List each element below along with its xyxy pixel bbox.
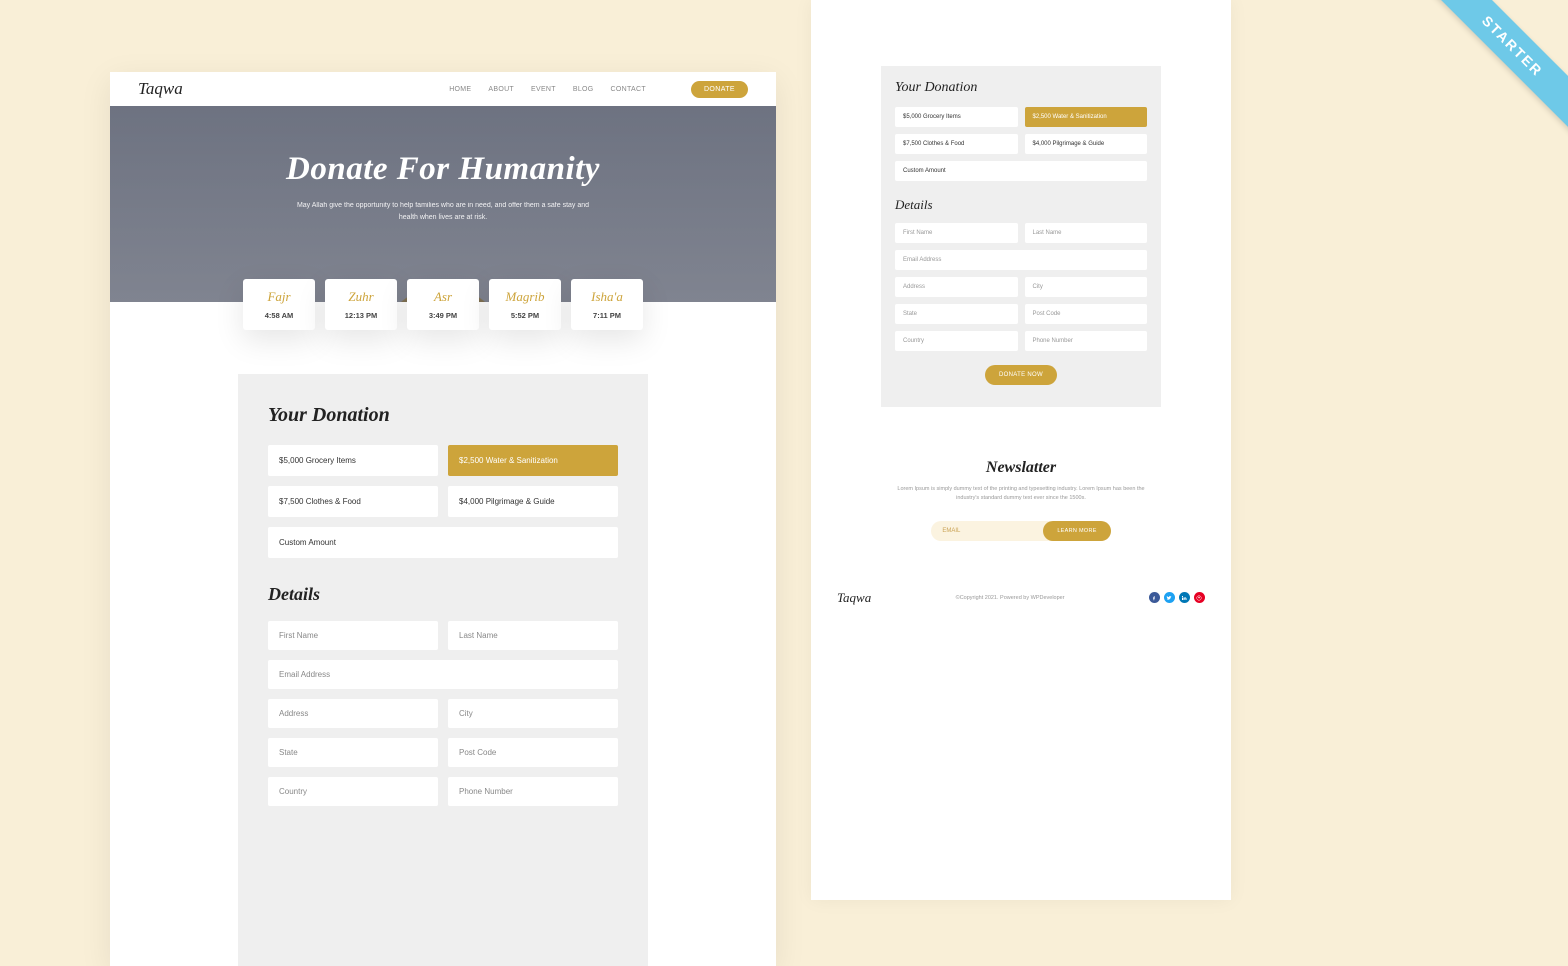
address-field[interactable]: Address [268, 699, 438, 728]
prayer-card: Magrib 5:52 PM [489, 279, 561, 330]
donation-option-active[interactable]: $2,500 Water & Sanitization [448, 445, 618, 476]
footer-logo[interactable]: Taqwa [837, 590, 871, 606]
nav-home[interactable]: HOME [449, 86, 471, 93]
email-field[interactable]: Email Address [268, 660, 618, 689]
newsletter-submit-button[interactable]: LEARN MORE [1043, 521, 1110, 541]
first-name-field[interactable]: First Name [268, 621, 438, 650]
last-name-field[interactable]: Last Name [1025, 223, 1148, 243]
address-field[interactable]: Address [895, 277, 1018, 297]
city-field[interactable]: City [448, 699, 618, 728]
donation-option-active[interactable]: $2,500 Water & Sanitization [1025, 107, 1148, 127]
pinterest-icon[interactable] [1194, 592, 1205, 603]
footer-copyright: ©Copyright 2021. Powered by WPDeveloper [956, 595, 1065, 601]
donate-button[interactable]: DONATE [691, 81, 748, 98]
prayer-card: Zuhr 12:13 PM [325, 279, 397, 330]
hero-subtitle: May Allah give the opportunity to help f… [288, 200, 598, 224]
custom-amount-input[interactable]: Custom Amount [268, 527, 618, 558]
hero-title: Donate For Humanity [286, 151, 600, 188]
newsletter-heading: Newslatter [851, 459, 1191, 477]
hero-section: Donate For Humanity May Allah give the o… [110, 106, 776, 302]
nav-about[interactable]: ABOUT [488, 86, 514, 93]
donation-heading: Your Donation [268, 404, 618, 427]
prayer-name: Fajr [267, 289, 290, 305]
city-field[interactable]: City [1025, 277, 1148, 297]
prayer-time: 3:49 PM [429, 311, 457, 320]
facebook-icon[interactable] [1149, 592, 1160, 603]
main-nav: HOME ABOUT EVENT BLOG CONTACT [449, 86, 646, 93]
prayer-name: Zuhr [348, 289, 373, 305]
donation-options: $5,000 Grocery Items $2,500 Water & Sani… [268, 445, 618, 558]
social-links [1149, 592, 1205, 603]
state-field[interactable]: State [895, 304, 1018, 324]
site-logo[interactable]: Taqwa [138, 79, 183, 99]
details-fields: First Name Last Name Email Address Addre… [895, 223, 1147, 351]
last-name-field[interactable]: Last Name [448, 621, 618, 650]
newsletter-text: Lorem Ipsum is simply dummy text of the … [891, 485, 1151, 503]
phone-field[interactable]: Phone Number [448, 777, 618, 806]
template-preview-top: Taqwa HOME ABOUT EVENT BLOG CONTACT DONA… [110, 72, 776, 966]
newsletter-form: EMAIL LEARN MORE [851, 521, 1191, 541]
donation-option[interactable]: $5,000 Grocery Items [895, 107, 1018, 127]
donate-now-button[interactable]: DONATE NOW [985, 365, 1057, 385]
postcode-field[interactable]: Post Code [448, 738, 618, 767]
donation-heading: Your Donation [895, 80, 1147, 96]
prayer-times: Fajr 4:58 AM Zuhr 12:13 PM Asr 3:49 PM Magr… [243, 279, 643, 330]
prayer-card: Isha'a 7:11 PM [571, 279, 643, 330]
prayer-time: 7:11 PM [593, 311, 621, 320]
prayer-name: Isha'a [591, 289, 623, 305]
newsletter-email-input[interactable]: EMAIL [931, 521, 1051, 541]
first-name-field[interactable]: First Name [895, 223, 1018, 243]
nav-contact[interactable]: CONTACT [611, 86, 646, 93]
template-preview-bottom: Your Donation $5,000 Grocery Items $2,50… [811, 0, 1231, 900]
prayer-card: Fajr 4:58 AM [243, 279, 315, 330]
donation-form: Your Donation $5,000 Grocery Items $2,50… [238, 374, 648, 966]
country-field[interactable]: Country [268, 777, 438, 806]
site-header: Taqwa HOME ABOUT EVENT BLOG CONTACT DONA… [110, 72, 776, 106]
prayer-name: Magrib [506, 289, 545, 305]
details-heading: Details [268, 584, 618, 605]
nav-event[interactable]: EVENT [531, 86, 556, 93]
email-field[interactable]: Email Address [895, 250, 1147, 270]
state-field[interactable]: State [268, 738, 438, 767]
donation-option[interactable]: $7,500 Clothes & Food [268, 486, 438, 517]
details-heading: Details [895, 197, 1147, 213]
donation-options: $5,000 Grocery Items $2,500 Water & Sani… [895, 107, 1147, 181]
donation-option[interactable]: $4,000 Pilgrimage & Guide [1025, 134, 1148, 154]
nav-blog[interactable]: BLOG [573, 86, 594, 93]
prayer-name: Asr [434, 289, 452, 305]
prayer-time: 5:52 PM [511, 311, 539, 320]
twitter-icon[interactable] [1164, 592, 1175, 603]
starter-ribbon: STARTER [1422, 0, 1568, 136]
prayer-time: 12:13 PM [345, 311, 378, 320]
phone-field[interactable]: Phone Number [1025, 331, 1148, 351]
donation-option[interactable]: $7,500 Clothes & Food [895, 134, 1018, 154]
linkedin-icon[interactable] [1179, 592, 1190, 603]
newsletter-section: Newslatter Lorem Ipsum is simply dummy t… [811, 459, 1231, 541]
details-fields: First Name Last Name Email Address Addre… [268, 621, 618, 806]
prayer-card: Asr 3:49 PM [407, 279, 479, 330]
postcode-field[interactable]: Post Code [1025, 304, 1148, 324]
custom-amount-input[interactable]: Custom Amount [895, 161, 1147, 181]
country-field[interactable]: Country [895, 331, 1018, 351]
prayer-time: 4:58 AM [265, 311, 293, 320]
donation-option[interactable]: $4,000 Pilgrimage & Guide [448, 486, 618, 517]
donation-form-small: Your Donation $5,000 Grocery Items $2,50… [881, 66, 1161, 407]
site-footer: Taqwa ©Copyright 2021. Powered by WPDeve… [811, 583, 1231, 613]
donation-option[interactable]: $5,000 Grocery Items [268, 445, 438, 476]
